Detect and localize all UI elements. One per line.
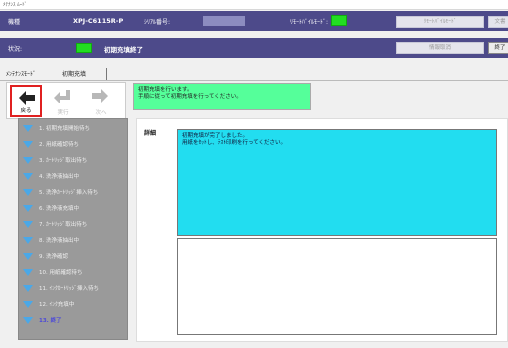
toolbar: 戻る 実行 次へ bbox=[6, 82, 126, 119]
arrow-left-icon bbox=[19, 91, 35, 105]
window-title: ﾒﾃﾅﾝｽ ﾑｰﾄﾞ bbox=[3, 2, 28, 8]
instruction-line-2: 手順に従って初期充填を行ってください。 bbox=[138, 94, 242, 100]
step-arrow-icon bbox=[23, 157, 33, 164]
step-arrow-icon bbox=[23, 301, 33, 308]
step-item: 8. 洗浄液抽出中 bbox=[22, 235, 126, 247]
window-titlebar: ﾒﾃﾅﾝｽ ﾑｰﾄﾞ bbox=[0, 0, 508, 10]
step-arrow-icon bbox=[23, 237, 33, 244]
step-item: 10. 用紙確認待ち bbox=[22, 267, 126, 279]
step-item: 7. ｶｰﾄﾘｯｼﾞ取出待ち bbox=[22, 219, 126, 231]
tab-maintenance-mode[interactable]: ﾒﾝﾃﾅﾝｽﾓｰﾄﾞ bbox=[6, 69, 36, 78]
tab-divider bbox=[106, 68, 107, 80]
next-label: 次へ bbox=[95, 110, 107, 116]
serial-value bbox=[203, 16, 245, 26]
status-value: 初期充填終了 bbox=[104, 46, 143, 54]
model-label: 機種 bbox=[8, 19, 21, 26]
remote-mode-button[interactable]: ﾘﾓｰﾄﾊﾞｲﾙﾓｰﾄﾞ bbox=[396, 16, 484, 28]
header-status-row: 状況: 初期充填終了 情報取消 終了 bbox=[0, 38, 508, 58]
back-label: 戻る bbox=[20, 108, 32, 114]
step-arrow-icon bbox=[23, 173, 33, 180]
step-arrow-icon bbox=[23, 285, 33, 292]
info-cancel-button[interactable]: 情報取消 bbox=[396, 42, 484, 54]
detail-label: 詳細 bbox=[144, 130, 157, 137]
remote-mode-label: ﾘﾓｰﾄﾊﾞｲﾙﾓｰﾄﾞ: bbox=[290, 19, 329, 26]
back-button[interactable]: 戻る bbox=[10, 85, 42, 117]
tab-initial-fill[interactable]: 初期充填 bbox=[62, 69, 86, 78]
step-arrow-icon bbox=[23, 125, 33, 132]
step-item: 6. 洗浄液充填中 bbox=[22, 203, 126, 215]
detail-image-area bbox=[177, 238, 497, 335]
detail-panel: 詳細 初期充填が完了しました。 用紙をｾｯﾄし、ﾃｽﾄ印刷を行ってください。 bbox=[136, 118, 508, 342]
step-item: 12. ｲﾝｸ充填中 bbox=[22, 299, 126, 311]
exit-button[interactable]: 終了 bbox=[488, 42, 508, 54]
header-info-row: 機種 XPJ-C6115R-P ｼﾘｱﾙ番号: ﾘﾓｰﾄﾊﾞｲﾙﾓｰﾄﾞ: ﾘﾓ… bbox=[0, 11, 508, 31]
step-arrow-icon bbox=[23, 189, 33, 196]
step-arrow-icon bbox=[23, 317, 33, 324]
instruction-message: 初期充填を行います。 手順に従って初期充填を行ってください。 bbox=[133, 83, 311, 110]
step-item: 9. 洗浄確認 bbox=[22, 251, 126, 263]
return-arrow-icon bbox=[54, 90, 70, 103]
detail-message: 初期充填が完了しました。 用紙をｾｯﾄし、ﾃｽﾄ印刷を行ってください。 bbox=[177, 129, 497, 236]
run-label: 実行 bbox=[57, 110, 69, 116]
step-item-current: 13. 終了 bbox=[22, 315, 126, 327]
instruction-line-1: 初期充填を行います。 bbox=[138, 87, 193, 93]
step-item: 4. 洗浄液抽出中 bbox=[22, 171, 126, 183]
remote-status-indicator bbox=[331, 15, 347, 26]
step-item: 2. 用紙確認待ち bbox=[22, 139, 126, 151]
status-indicator bbox=[76, 43, 92, 53]
detail-line-2: 用紙をｾｯﾄし、ﾃｽﾄ印刷を行ってください。 bbox=[182, 140, 287, 146]
step-item: 5. 洗浄ｶｰﾄﾘｯｼﾞ挿入待ち bbox=[22, 187, 126, 199]
step-item: 1. 初期充填開始待ち bbox=[22, 123, 126, 135]
step-arrow-icon bbox=[23, 253, 33, 260]
step-arrow-icon bbox=[23, 221, 33, 228]
next-button[interactable]: 次へ bbox=[85, 85, 117, 117]
document-button[interactable]: 文書 bbox=[488, 16, 508, 28]
run-button[interactable]: 実行 bbox=[47, 85, 79, 117]
serial-label: ｼﾘｱﾙ番号: bbox=[144, 19, 171, 26]
step-list: 1. 初期充填開始待ち 2. 用紙確認待ち 3. ｶｰﾄﾘｯｼﾞ取出待ち 4. … bbox=[18, 118, 128, 340]
status-label: 状況: bbox=[8, 46, 23, 53]
step-arrow-icon bbox=[23, 269, 33, 276]
model-value: XPJ-C6115R-P bbox=[73, 17, 124, 25]
tab-underline bbox=[0, 80, 508, 81]
step-item: 11. ｲﾝｸｶｰﾄﾘｯｼﾞ挿入待ち bbox=[22, 283, 126, 295]
step-item: 3. ｶｰﾄﾘｯｼﾞ取出待ち bbox=[22, 155, 126, 167]
detail-line-1: 初期充填が完了しました。 bbox=[182, 133, 249, 139]
step-arrow-icon bbox=[23, 205, 33, 212]
arrow-right-icon bbox=[92, 89, 108, 103]
step-arrow-icon bbox=[23, 141, 33, 148]
